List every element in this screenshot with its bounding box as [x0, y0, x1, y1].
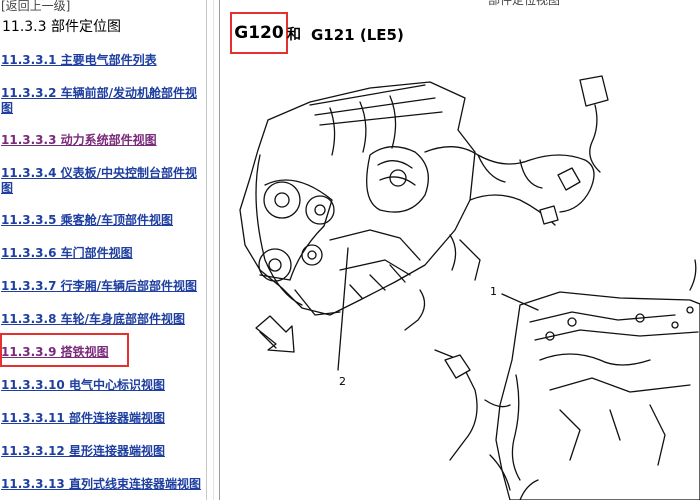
toc-pane: [返回上一级] 11.3.3 部件定位图 11.3.3.1 主要电气部件列表 11…	[0, 0, 206, 500]
toc-link-9[interactable]: 11.3.3.9 搭铁视图	[1, 345, 205, 360]
toc-link-11[interactable]: 11.3.3.11 部件连接器端视图	[1, 411, 205, 426]
callout-1-label: 1	[490, 285, 497, 298]
toc-link-1[interactable]: 11.3.3.1 主要电气部件列表	[1, 53, 205, 68]
toc-link-13[interactable]: 11.3.3.13 直列式线束连接器端视图	[1, 477, 205, 492]
diagram-pane: 部件定位视图 G120 和 G121 (LE5) 1 2	[220, 0, 700, 500]
engine-ground-location-diagram	[239, 75, 700, 500]
toc-link-7[interactable]: 11.3.3.7 行李厢/车辆后部部件视图	[1, 279, 205, 294]
page-title: 11.3.3 部件定位图	[2, 19, 121, 35]
ground-detail-view	[434, 259, 700, 500]
pane-splitter[interactable]	[206, 0, 220, 500]
engine-block-drawing	[239, 75, 609, 331]
ground-g121-label: G121 (LE5)	[311, 26, 404, 44]
toc-link-10[interactable]: 11.3.3.10 电气中心标识视图	[1, 378, 205, 393]
cropped-header-text: 部件定位视图	[488, 0, 561, 7]
back-to-parent-link[interactable]: [返回上一级]	[1, 0, 70, 13]
toc-link-8[interactable]: 11.3.3.8 车轮/车身底部部件视图	[1, 312, 205, 327]
toc-link-12[interactable]: 11.3.3.12 星形连接器端视图	[1, 444, 205, 459]
toc-link-2[interactable]: 11.3.3.2 车辆前部/发动机舱部件视图	[1, 86, 205, 116]
conjunction-label: 和	[287, 27, 301, 43]
front-direction-arrow	[255, 315, 295, 353]
ground-g120-label: G120	[230, 12, 288, 54]
toc-link-6[interactable]: 11.3.3.6 车门部件视图	[1, 246, 205, 261]
toc-link-3[interactable]: 11.3.3.3 动力系统部件视图	[1, 133, 205, 148]
toc-link-4[interactable]: 11.3.3.4 仪表板/中央控制台部件视图	[1, 166, 205, 196]
callout-2-label: 2	[339, 375, 346, 388]
toc-link-5[interactable]: 11.3.3.5 乘客舱/车顶部件视图	[1, 213, 205, 228]
